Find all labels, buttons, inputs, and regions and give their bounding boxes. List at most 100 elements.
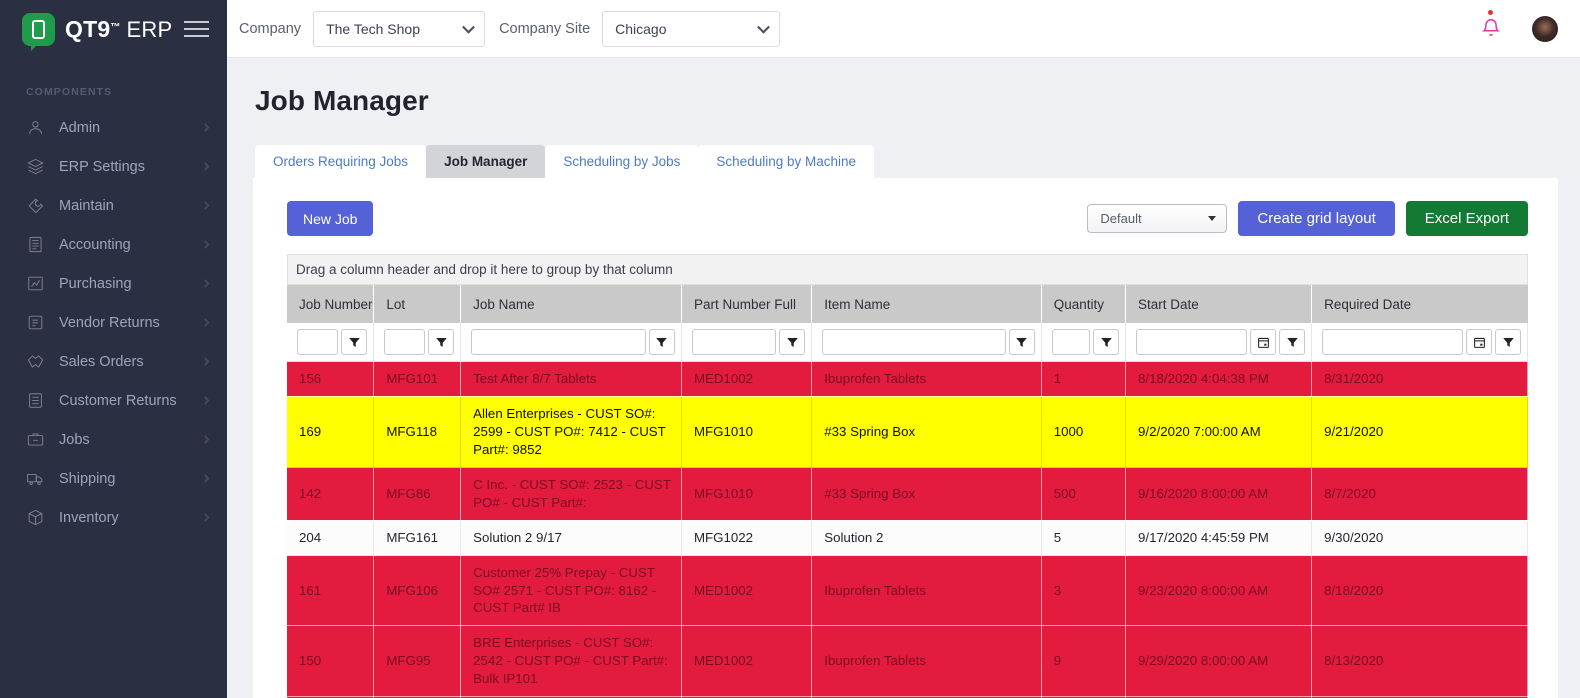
brand-tm: ™ xyxy=(110,22,120,33)
table-row[interactable]: 161 MFG106 Customer 25% Prepay - CUST SO… xyxy=(287,555,1528,626)
sidebar-item-sales-orders[interactable]: Sales Orders xyxy=(0,342,227,381)
grid-filter-row xyxy=(287,323,1528,362)
qt9-logo-icon xyxy=(22,13,55,46)
sidebar-item-jobs[interactable]: Jobs xyxy=(0,420,227,459)
column-header-job-number[interactable]: Job Number xyxy=(287,285,374,323)
filter-menu-button-required-date[interactable] xyxy=(1495,329,1521,355)
filter-menu-button-start-date[interactable] xyxy=(1279,329,1305,355)
sidebar-item-inventory[interactable]: Inventory xyxy=(0,498,227,537)
column-header-quantity[interactable]: Quantity xyxy=(1041,285,1125,323)
brand-suffix: ERP xyxy=(127,17,173,43)
filter-menu-button-quantity[interactable] xyxy=(1093,329,1119,355)
excel-export-button[interactable]: Excel Export xyxy=(1406,201,1528,236)
calendar-icon xyxy=(1473,336,1486,349)
calendar-picker-button-required-date[interactable] xyxy=(1466,329,1492,355)
cell-part-number-full: MFG1022 xyxy=(681,520,811,555)
tab-job-manager[interactable]: Job Manager xyxy=(426,145,545,178)
table-row[interactable]: 169 MFG118 Allen Enterprises - CUST SO#:… xyxy=(287,396,1528,467)
cell-required-date: 8/7/2020 xyxy=(1312,467,1528,520)
filter-cell-required-date xyxy=(1312,323,1528,362)
column-header-job-name[interactable]: Job Name xyxy=(461,285,682,323)
filter-input-part-number-full[interactable] xyxy=(692,329,776,355)
cell-job-number: 204 xyxy=(287,520,374,555)
column-header-item-name[interactable]: Item Name xyxy=(812,285,1041,323)
column-header-start-date[interactable]: Start Date xyxy=(1126,285,1312,323)
sidebar-item-vendor-returns[interactable]: Vendor Returns xyxy=(0,303,227,342)
group-panel-hint: Drag a column header and drop it here to… xyxy=(296,262,673,277)
cell-required-date: 8/13/2020 xyxy=(1312,626,1528,697)
filter-input-required-date[interactable] xyxy=(1322,329,1463,355)
chevron-down-icon xyxy=(462,20,475,33)
table-row[interactable]: 150 MFG95 BRE Enterprises - CUST SO#: 25… xyxy=(287,626,1528,697)
top-bar: Company The Tech Shop Company Site Chica… xyxy=(227,0,1580,58)
filter-input-item-name[interactable] xyxy=(822,329,1005,355)
company-select[interactable]: The Tech Shop xyxy=(313,11,485,47)
column-header-lot[interactable]: Lot xyxy=(374,285,461,323)
cell-quantity: 1000 xyxy=(1041,396,1125,467)
tab-scheduling-by-machine[interactable]: Scheduling by Machine xyxy=(698,145,874,178)
chevron-right-icon xyxy=(202,237,211,253)
filter-input-start-date[interactable] xyxy=(1136,329,1247,355)
group-panel-drop-area[interactable]: Drag a column header and drop it here to… xyxy=(287,254,1528,285)
filter-input-job-number[interactable] xyxy=(297,329,338,355)
filter-input-quantity[interactable] xyxy=(1052,329,1090,355)
filter-menu-button-item-name[interactable] xyxy=(1009,329,1035,355)
sidebar-item-accounting[interactable]: Accounting xyxy=(0,225,227,264)
cell-job-name: C Inc. - CUST SO#: 2523 - CUST PO# - CUS… xyxy=(461,467,682,520)
column-header-part-number-full[interactable]: Part Number Full xyxy=(681,285,811,323)
cell-quantity: 500 xyxy=(1041,467,1125,520)
company-select-value: The Tech Shop xyxy=(326,21,420,37)
box-icon xyxy=(26,508,45,527)
sidebar-item-maintain[interactable]: Maintain xyxy=(0,186,227,225)
sidebar-item-customer-returns[interactable]: Customer Returns xyxy=(0,381,227,420)
grid-layout-select[interactable]: Default xyxy=(1087,204,1227,233)
filter-menu-button-lot[interactable] xyxy=(428,329,454,355)
funnel-icon xyxy=(348,336,361,349)
column-header-required-date[interactable]: Required Date xyxy=(1312,285,1528,323)
page-title: Job Manager xyxy=(255,85,1558,117)
filter-menu-button-part-number-full[interactable] xyxy=(779,329,805,355)
sidebar-item-admin[interactable]: Admin xyxy=(0,108,227,147)
filter-input-lot[interactable] xyxy=(384,329,425,355)
funnel-icon xyxy=(435,336,448,349)
hamburger-menu-icon[interactable] xyxy=(184,21,209,37)
grid-scroll-area[interactable]: Job Number Lot Job Name Part Number Full… xyxy=(287,285,1528,698)
notification-bell-icon[interactable] xyxy=(1480,16,1504,42)
return-doc-icon xyxy=(26,313,45,332)
sidebar-item-purchasing[interactable]: Purchasing xyxy=(0,264,227,303)
filter-input-job-name[interactable] xyxy=(471,329,646,355)
cell-required-date: 8/18/2020 xyxy=(1312,555,1528,626)
cell-lot: MFG101 xyxy=(374,362,461,397)
tab-orders-requiring-jobs[interactable]: Orders Requiring Jobs xyxy=(255,145,426,178)
chevron-down-icon xyxy=(1208,216,1216,221)
create-grid-layout-button[interactable]: Create grid layout xyxy=(1238,201,1394,236)
avatar[interactable] xyxy=(1532,16,1558,42)
tab-scheduling-by-jobs[interactable]: Scheduling by Jobs xyxy=(545,145,698,178)
filter-menu-button-job-name[interactable] xyxy=(649,329,675,355)
table-row[interactable]: 142 MFG86 C Inc. - CUST SO#: 2523 - CUST… xyxy=(287,467,1528,520)
chevron-right-icon xyxy=(202,315,211,331)
company-site-select[interactable]: Chicago xyxy=(602,11,780,47)
table-row[interactable]: 204 MFG161 Solution 2 9/17 MFG1022 Solut… xyxy=(287,520,1528,555)
brand-header: QT9™ERP xyxy=(0,0,227,58)
new-job-button[interactable]: New Job xyxy=(287,201,373,236)
topbar-right xyxy=(1480,16,1558,42)
filter-menu-button-job-number[interactable] xyxy=(341,329,367,355)
sidebar-item-label: Admin xyxy=(59,120,100,136)
table-row[interactable]: 156 MFG101 Test After 8/7 Tablets MED100… xyxy=(287,362,1528,397)
cell-job-name: Allen Enterprises - CUST SO#: 2599 - CUS… xyxy=(461,396,682,467)
chevron-right-icon xyxy=(202,276,211,292)
sidebar-item-label: Jobs xyxy=(59,432,90,448)
cell-job-number: 142 xyxy=(287,467,374,520)
calendar-picker-button-start-date[interactable] xyxy=(1250,329,1276,355)
job-manager-panel: New Job Default Create grid layout Excel… xyxy=(253,178,1558,698)
sidebar-item-shipping[interactable]: Shipping xyxy=(0,459,227,498)
filter-cell-start-date xyxy=(1126,323,1312,362)
cell-quantity: 3 xyxy=(1041,555,1125,626)
cell-lot: MFG86 xyxy=(374,467,461,520)
sidebar-item-erp-settings[interactable]: ERP Settings xyxy=(0,147,227,186)
sidebar-item-label: Accounting xyxy=(59,237,131,253)
tools-icon xyxy=(26,196,45,215)
chevron-down-icon xyxy=(757,20,770,33)
filter-cell-part-number-full xyxy=(681,323,811,362)
